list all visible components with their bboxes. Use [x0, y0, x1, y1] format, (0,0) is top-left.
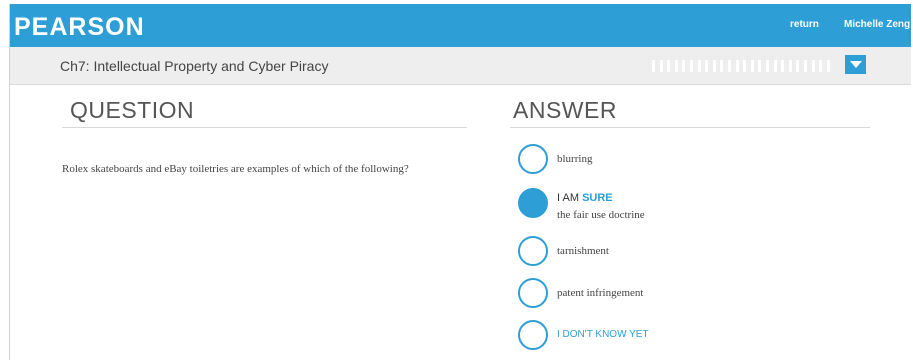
option-label: tarnishment [557, 245, 609, 257]
question-text: Rolex skateboards and eBay toiletries ar… [62, 163, 409, 175]
option-label: patent infringement [557, 287, 644, 299]
progress-segment [697, 60, 701, 72]
dont-know-label: I DON'T KNOW YET [557, 329, 649, 340]
option-radio-circle[interactable] [518, 144, 548, 174]
progress-segment [750, 60, 754, 72]
progress-segment [804, 60, 807, 72]
chapter-title: Ch7: Intellectual Property and Cyber Pir… [60, 58, 329, 74]
progress-segment [659, 60, 663, 72]
progress-segment [819, 60, 823, 72]
question-divider [62, 127, 467, 128]
progress-segment [811, 60, 815, 72]
confidence-label: I AM SURE [557, 192, 613, 204]
progress-segment [758, 60, 762, 72]
progress-segment [674, 60, 678, 72]
progress-segment [667, 60, 671, 72]
progress-segment [781, 60, 785, 72]
progress-segment [735, 60, 739, 72]
progress-segment [712, 60, 716, 72]
chapter-bar: Ch7: Intellectual Property and Cyber Pir… [10, 47, 911, 85]
progress-segment [728, 60, 731, 72]
option-label: blurring [557, 153, 593, 165]
user-menu[interactable]: Michelle Zeng [844, 19, 910, 30]
option-radio-circle-selected[interactable] [518, 188, 548, 218]
return-link[interactable]: return [790, 19, 819, 30]
progress-segment [682, 60, 686, 72]
progress-segment [826, 60, 830, 72]
answer-heading: ANSWER [513, 97, 617, 123]
answer-divider [510, 127, 870, 128]
progress-segment [788, 60, 792, 72]
progress-segment [773, 60, 777, 72]
top-bar: PEARSON return Michelle Zeng [10, 4, 911, 47]
option-radio-circle[interactable] [518, 320, 548, 350]
progress-segment [705, 60, 709, 72]
progress-segment [796, 60, 800, 72]
progress-segment [743, 60, 747, 72]
option-label: the fair use doctrine [557, 209, 645, 221]
app-frame: PEARSON return Michelle Zeng Ch7: Intell… [9, 4, 911, 360]
progress-segment [652, 60, 655, 72]
dropdown-toggle-icon[interactable] [845, 55, 866, 74]
confidence-emphasis: SURE [582, 192, 613, 204]
progress-bar [652, 60, 836, 72]
progress-segment [720, 60, 724, 72]
pearson-logo: PEARSON [14, 13, 145, 41]
option-radio-circle[interactable] [518, 278, 548, 308]
progress-segment [690, 60, 693, 72]
confidence-prefix: I AM [557, 192, 580, 204]
progress-segment [766, 60, 769, 72]
question-heading: QUESTION [70, 97, 195, 123]
option-radio-circle[interactable] [518, 236, 548, 266]
